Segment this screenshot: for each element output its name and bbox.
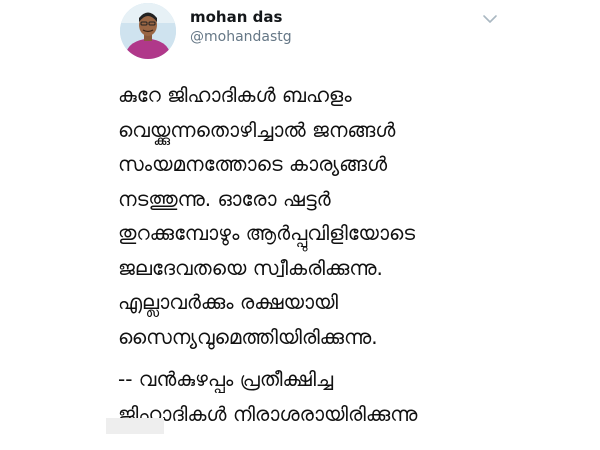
tweet-line-10: ജിഹാദികൾ നിരാശരായിരിക്കുന്നു (118, 401, 418, 426)
tweet-line-6: ജലദേവതയെ സ്വീകരിക്കുന്നു. (118, 255, 383, 280)
tweet-line-5: തുറക്കുമ്പോഴും ആർപ്പുവിളിയോടെ (118, 221, 416, 245)
tweet-line-7: എല്ലാവർക്കും രക്ഷയായി (118, 290, 338, 314)
chevron-down-icon[interactable] (482, 10, 498, 23)
user-handle[interactable]: @mohandastg (190, 29, 292, 45)
cropped-footer-fragment (106, 418, 164, 434)
tweet-line-9: -- വൻകുഴപ്പം പ്രതീക്ഷിച്ച (118, 367, 334, 391)
tweet-line-8: സൈന്യവുമെത്തിയിരിക്കുന്നു. (118, 324, 378, 349)
display-name[interactable]: mohan das (190, 8, 282, 26)
tweet-text: കുറേ ജിഹാദികൾ ബഹളം വെയ്ക്കുന്നതൊഴിച്ചാൽ … (118, 78, 578, 431)
tweet-line-2: വെയ്ക്കുന്നതൊഴിച്ചാൽ ജനങ്ങൾ (118, 117, 396, 142)
tweet-line-4: നടത്തുന്നു. ഓരോ ഷട്ടർ (118, 186, 331, 211)
tweet-line-3: സംയമനത്തോടെ കാര്യങ്ങൾ (118, 152, 388, 176)
avatar-photo-icon (120, 3, 176, 59)
tweet-line-1: കുറേ ജിഹാദികൾ ബഹളം (118, 83, 352, 107)
avatar[interactable] (120, 3, 176, 59)
tweet-card: mohan das @mohandastg കുറേ ജിഹാദികൾ ബഹളം… (0, 0, 600, 450)
